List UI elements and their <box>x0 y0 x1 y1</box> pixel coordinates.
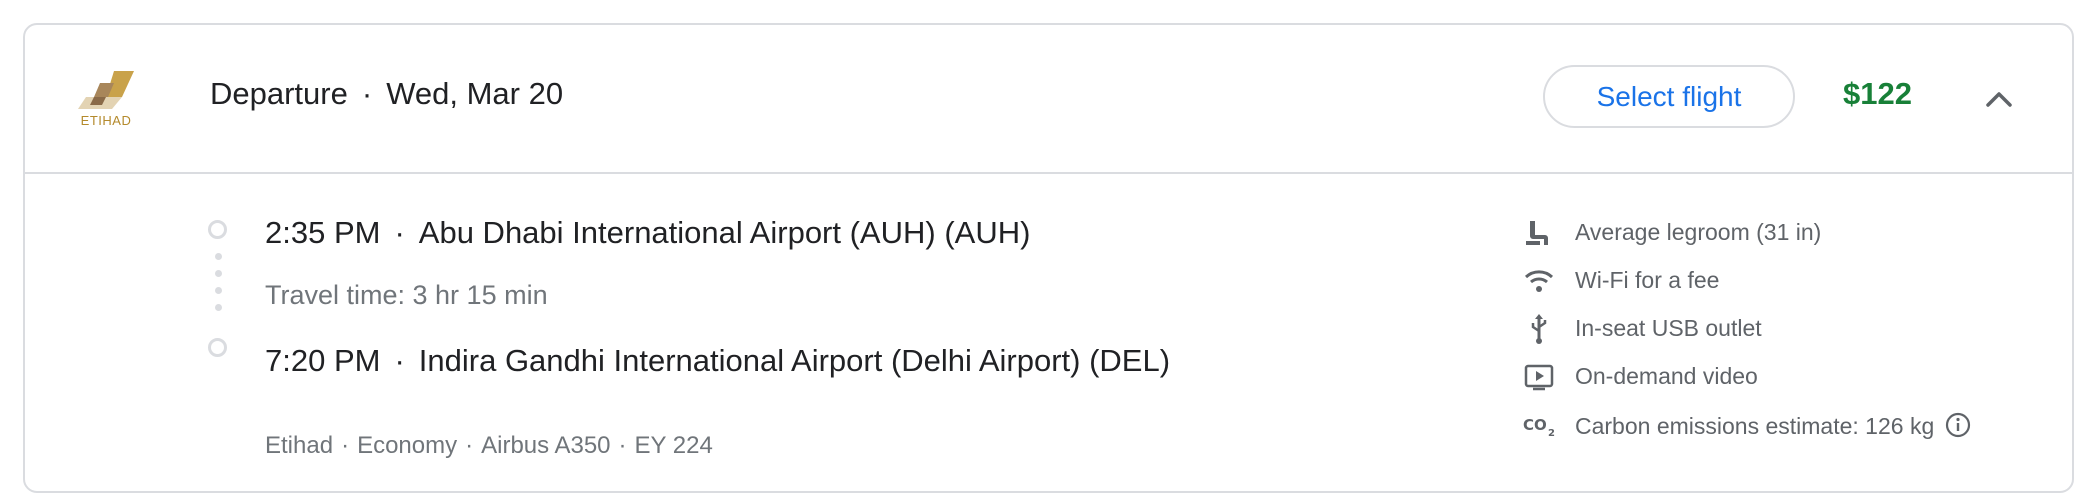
wifi-icon <box>1523 265 1555 297</box>
usb-icon <box>1523 313 1555 345</box>
svg-text:CO: CO <box>1523 416 1547 434</box>
etihad-tail-icon <box>78 71 134 109</box>
seat-icon <box>1523 217 1555 249</box>
amenity-label: Average legroom (31 in) <box>1575 219 1822 245</box>
itinerary-timeline <box>208 220 238 420</box>
amenity-label: On-demand video <box>1575 363 1758 389</box>
airline-logo: ETIHAD <box>72 69 140 129</box>
co2-icon: CO 2 <box>1523 409 1555 441</box>
flight-price: $122 <box>1843 76 1912 111</box>
svg-text:2: 2 <box>1548 428 1555 439</box>
video-icon <box>1523 361 1555 393</box>
amenity-usb: In-seat USB outlet <box>1523 311 2043 347</box>
amenity-emissions: CO 2 Carbon emissions estimate: 126 kg <box>1523 407 2043 443</box>
detail-cabin: Economy <box>357 432 458 459</box>
select-flight-button[interactable]: Select flight <box>1543 65 1795 128</box>
arrival-leg: 7:20 PM · Indira Gandhi International Airp… <box>265 343 1171 378</box>
amenity-wifi: Wi-Fi for a fee <box>1523 263 2043 299</box>
amenity-label: Wi-Fi for a fee <box>1575 267 1720 293</box>
flight-card: ETIHAD Departure · Wed, Mar 20 Select flig… <box>23 23 2074 493</box>
arrival-marker <box>208 338 227 357</box>
flight-card-header[interactable]: ETIHAD Departure · Wed, Mar 20 Select flig… <box>25 25 2072 174</box>
chevron-up-icon[interactable] <box>1983 83 2015 115</box>
info-icon[interactable] <box>1944 411 1972 445</box>
amenity-label: Carbon emissions estimate: 126 kg <box>1575 413 1935 440</box>
travel-time: Travel time: 3 hr 15 min <box>265 280 548 310</box>
detail-flight-number: EY 224 <box>634 432 713 459</box>
departure-label: Departure <box>210 76 348 111</box>
departure-marker <box>208 220 227 239</box>
departure-date: Wed, Mar 20 <box>386 76 564 111</box>
amenity-legroom: Average legroom (31 in) <box>1523 215 2043 251</box>
detail-airline: Etihad <box>265 432 334 459</box>
arrival-airport: Indira Gandhi International Airport (Del… <box>418 343 1171 378</box>
separator-dot: · <box>361 76 373 111</box>
arrival-time: 7:20 PM <box>265 343 381 378</box>
airline-logo-text: ETIHAD <box>80 113 132 128</box>
departure-title: Departure · Wed, Mar 20 <box>210 76 563 112</box>
departure-airport: Abu Dhabi International Airport (AUH) (A… <box>418 215 1031 250</box>
flight-details: Etihad · Economy · Airbus A350 · EY 224 <box>265 432 713 459</box>
departure-leg: 2:35 PM · Abu Dhabi International Airport … <box>265 215 1031 250</box>
detail-aircraft: Airbus A350 <box>481 432 611 459</box>
amenity-video: On-demand video <box>1523 359 2043 395</box>
amenity-label: In-seat USB outlet <box>1575 315 1762 341</box>
timeline-dots <box>215 253 222 321</box>
departure-time: 2:35 PM <box>265 215 381 250</box>
